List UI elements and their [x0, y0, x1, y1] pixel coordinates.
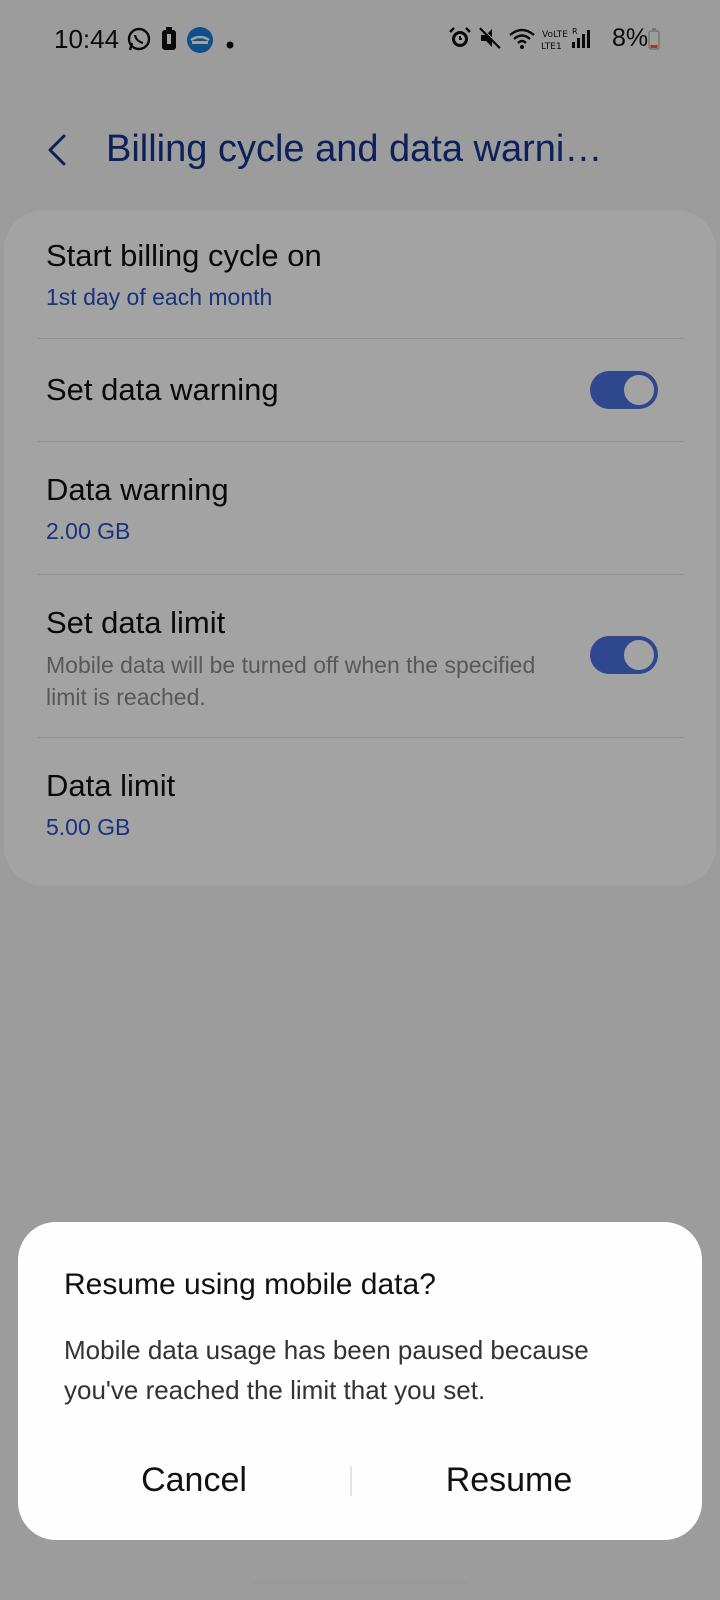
- cancel-button[interactable]: Cancel: [48, 1450, 340, 1510]
- resume-button[interactable]: Resume: [362, 1450, 656, 1510]
- dialog-message: Mobile data usage has been paused becaus…: [64, 1335, 589, 1405]
- dialog-title: Resume using mobile data?: [64, 1268, 436, 1301]
- button-divider: [350, 1466, 352, 1496]
- resume-data-dialog: Resume using mobile data? Mobile data us…: [18, 1222, 702, 1540]
- screen: 10:44 VoLTE LTE1 R 8% Billing cycle and …: [0, 0, 720, 1600]
- navigation-handle[interactable]: [252, 1580, 468, 1586]
